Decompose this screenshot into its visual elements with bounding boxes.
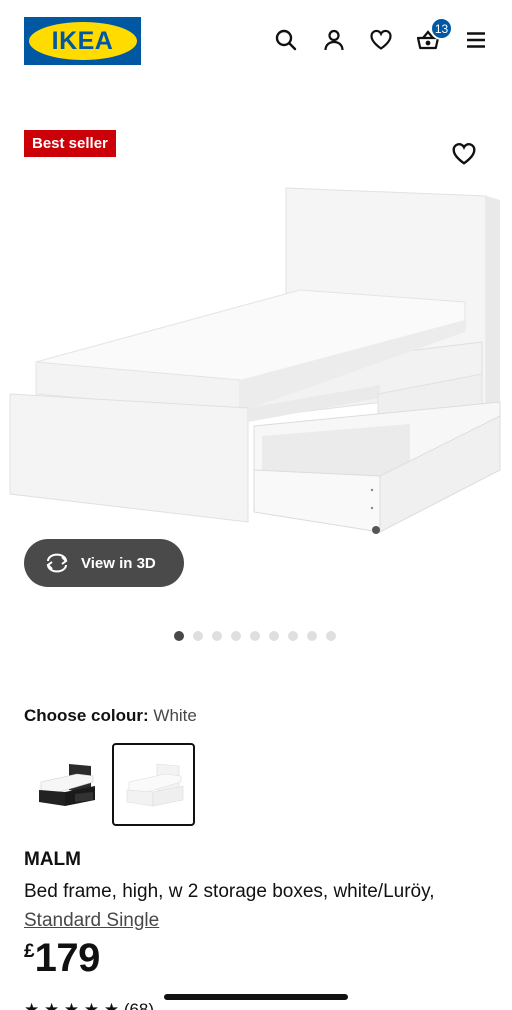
- product-description-text: Bed frame, high, w 2 storage boxes, whit…: [24, 881, 435, 902]
- favourite-product-icon[interactable]: [451, 141, 477, 167]
- price-amount: 179: [34, 936, 101, 980]
- carousel-dot[interactable]: [174, 631, 184, 641]
- menu-icon[interactable]: [462, 26, 490, 54]
- carousel-dot[interactable]: [288, 631, 298, 641]
- basket-count-badge: 13: [430, 17, 453, 40]
- carousel-dot[interactable]: [250, 631, 260, 641]
- carousel-dot[interactable]: [307, 631, 317, 641]
- rating-stars[interactable]: ★ ★ ★ ★ ★ (68): [24, 1000, 154, 1010]
- colour-swatch-white[interactable]: [112, 743, 195, 826]
- image-carousel-dots: [174, 631, 336, 641]
- product-description: Bed frame, high, w 2 storage boxes, whit…: [24, 877, 494, 935]
- carousel-dot[interactable]: [326, 631, 336, 641]
- logo-oval: IKEA: [28, 22, 137, 60]
- favourites-icon[interactable]: [367, 26, 395, 54]
- logo-text: IKEA: [51, 26, 114, 55]
- colour-label: Choose colour:: [24, 706, 149, 725]
- account-icon[interactable]: [320, 26, 348, 54]
- ikea-logo[interactable]: IKEA: [24, 17, 141, 65]
- carousel-dot[interactable]: [212, 631, 222, 641]
- home-indicator[interactable]: [164, 994, 348, 1000]
- product-image[interactable]: [0, 180, 512, 540]
- carousel-dot[interactable]: [269, 631, 279, 641]
- search-icon[interactable]: [272, 26, 300, 54]
- price-currency: £: [24, 941, 35, 962]
- rotate-3d-icon: [46, 553, 68, 573]
- view-in-3d-label: View in 3D: [81, 554, 156, 572]
- view-in-3d-button[interactable]: View in 3D: [24, 539, 184, 587]
- carousel-dot[interactable]: [231, 631, 241, 641]
- product-price: £ 179: [24, 936, 100, 981]
- site-header: IKEA 13: [0, 0, 512, 80]
- carousel-dot[interactable]: [193, 631, 203, 641]
- colour-value: White: [153, 706, 197, 725]
- best-seller-badge: Best seller: [24, 130, 116, 157]
- size-link[interactable]: Standard Single: [24, 910, 159, 931]
- product-name: MALM: [24, 849, 81, 870]
- colour-swatch-black[interactable]: [24, 743, 107, 826]
- colour-chooser-label: Choose colour: White: [24, 706, 197, 726]
